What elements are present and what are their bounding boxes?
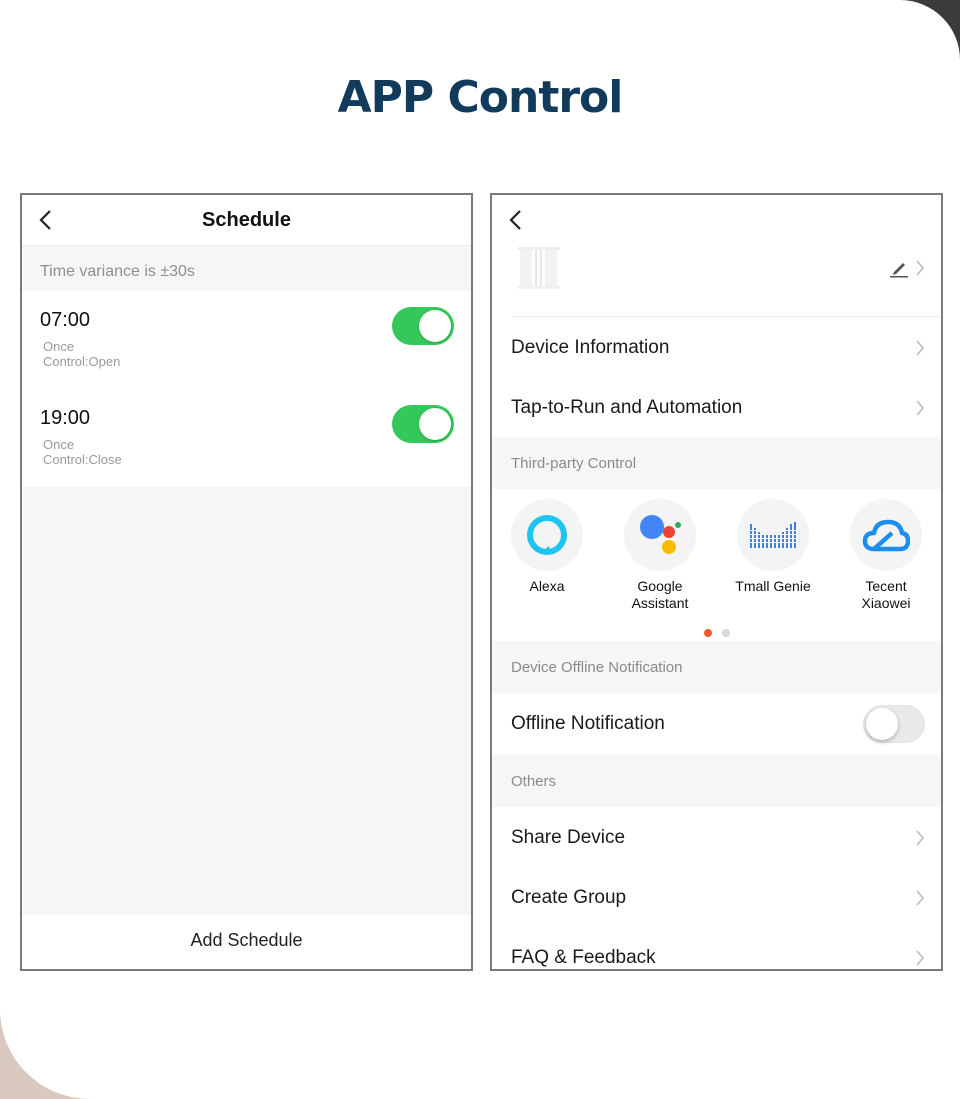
third-party-label: Google Assistant — [631, 578, 689, 611]
curtain-device-image — [516, 245, 562, 291]
chevron-right-icon — [916, 950, 924, 966]
time-variance-note: Time variance is ±30s — [22, 246, 471, 291]
chevron-right-icon — [916, 830, 924, 846]
offline-notification-toggle[interactable] — [863, 705, 925, 743]
third-party-alexa[interactable]: Alexa — [492, 499, 602, 595]
pencil-icon — [890, 263, 908, 278]
menu-item-label: Share Device — [511, 827, 626, 848]
menu-item-create-group[interactable]: Create Group — [492, 867, 941, 927]
third-party-label: Alexa — [529, 578, 565, 594]
third-party-label: Tmall Genie — [735, 578, 811, 594]
third-party-label: Tecent Xiaowei — [861, 578, 911, 611]
section-header-third-party: Third-party Control — [492, 437, 941, 489]
menu-item-label: Create Group — [511, 887, 627, 908]
schedule-list: 07:00 Once Control:Open 19:00 Once Contr… — [22, 291, 471, 497]
device-settings-screen: Device Information Tap-to-Run and Automa… — [490, 193, 943, 971]
section-header-offline: Device Offline Notification — [492, 641, 941, 693]
schedule-toggle[interactable] — [392, 405, 454, 443]
menu-item-label: Tap-to-Run and Automation — [511, 397, 743, 418]
schedule-control: Control:Open — [43, 354, 121, 369]
chevron-right-icon — [916, 260, 924, 276]
chevron-right-icon — [916, 890, 924, 906]
toggle-knob — [419, 408, 451, 440]
nav-bar: Schedule — [22, 195, 471, 246]
offline-notification-label: Offline Notification — [511, 713, 665, 734]
chevron-right-icon — [916, 400, 924, 416]
add-schedule-button[interactable]: Add Schedule — [22, 915, 471, 969]
page-dot-active[interactable] — [703, 629, 712, 637]
third-party-google-assistant[interactable]: Google Assistant — [605, 499, 715, 612]
menu-item-label: Device Information — [511, 337, 670, 358]
schedule-item[interactable]: 19:00 Once Control:Close — [22, 389, 471, 487]
schedule-screen: Schedule Time variance is ±30s 07:00 Onc… — [20, 193, 473, 971]
schedule-toggle[interactable] — [392, 307, 454, 345]
offline-notification-row: Offline Notification — [492, 693, 941, 755]
back-button[interactable] — [508, 209, 524, 231]
empty-area — [22, 487, 471, 917]
chevron-right-icon — [916, 340, 924, 356]
third-party-tencent-xiaowei[interactable]: Tecent Xiaowei — [831, 499, 941, 612]
menu-item-share-device[interactable]: Share Device — [492, 807, 941, 867]
page-indicator — [492, 624, 941, 642]
content-card: APP Control Schedule Time variance is ±3… — [0, 0, 960, 1099]
menu-item-tap-to-run[interactable]: Tap-to-Run and Automation — [492, 377, 941, 437]
third-party-carousel: Alexa Google Assistant Tmall Genie Tecen… — [492, 489, 941, 641]
menu-item-device-information[interactable]: Device Information — [492, 317, 941, 377]
device-header — [492, 195, 941, 317]
tmall-genie-icon — [749, 522, 797, 548]
section-header-others: Others — [492, 755, 941, 807]
menu-item-faq-feedback[interactable]: FAQ & Feedback — [492, 927, 941, 969]
edit-device-name[interactable] — [889, 258, 925, 278]
page-title: APP Control — [337, 72, 624, 123]
toggle-knob — [866, 708, 898, 740]
schedule-control: Control:Close — [43, 452, 122, 467]
schedule-item[interactable]: 07:00 Once Control:Open — [22, 291, 471, 389]
alexa-icon — [527, 515, 567, 555]
google-assistant-icon — [640, 515, 681, 554]
chevron-left-icon — [509, 210, 521, 230]
screen-title: Schedule — [202, 209, 291, 231]
menu-item-label: FAQ & Feedback — [511, 947, 656, 968]
toggle-knob — [419, 310, 451, 342]
third-party-tmall-genie[interactable]: Tmall Genie — [718, 499, 828, 595]
page-dot[interactable] — [721, 629, 730, 637]
tencent-xiaowei-icon — [862, 519, 910, 552]
